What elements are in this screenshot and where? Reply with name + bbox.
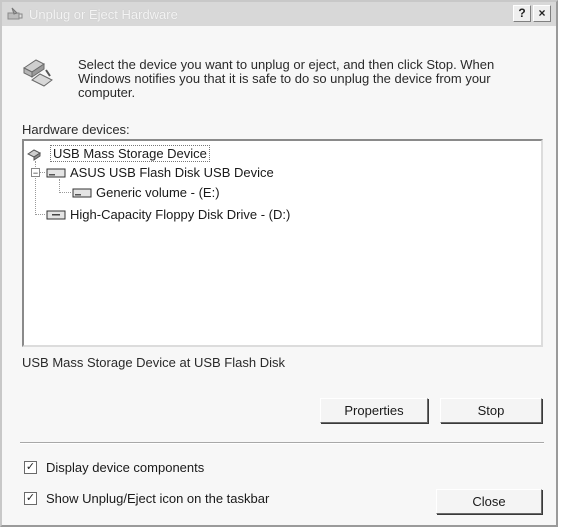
tree-item-label: ASUS USB Flash Disk USB Device <box>70 165 274 180</box>
unplug-hardware-icon <box>23 59 53 87</box>
display-components-label: Display device components <box>46 460 205 475</box>
tree-connector <box>35 214 45 215</box>
tree-connector <box>59 179 60 193</box>
display-components-option[interactable]: ✓ Display device components <box>24 460 204 475</box>
title-bar[interactable]: Unplug or Eject Hardware ? × <box>2 2 556 26</box>
checkmark-icon: ✓ <box>25 492 36 504</box>
collapse-toggle[interactable]: − <box>31 168 40 178</box>
tree-item-generic-volume[interactable]: Generic volume - (E:) <box>72 185 220 200</box>
close-button[interactable]: Close <box>436 489 542 514</box>
device-status-text: USB Mass Storage Device at USB Flash Dis… <box>22 355 285 370</box>
show-icon-label: Show Unplug/Eject icon on the taskbar <box>46 491 270 506</box>
stop-button[interactable]: Stop <box>440 398 542 423</box>
window-title: Unplug or Eject Hardware <box>29 6 178 22</box>
checkmark-icon: ✓ <box>25 461 36 473</box>
drive-icon <box>46 168 66 177</box>
hardware-devices-label: Hardware devices: <box>22 122 130 137</box>
show-icon-checkbox[interactable]: ✓ <box>24 492 37 505</box>
hardware-icon <box>7 7 23 20</box>
floppy-drive-icon <box>46 210 66 219</box>
volume-icon <box>72 188 92 197</box>
display-components-checkbox[interactable]: ✓ <box>24 461 37 474</box>
tree-item-asus-flash-disk[interactable]: ASUS USB Flash Disk USB Device <box>46 165 274 180</box>
unplug-eject-dialog: Unplug or Eject Hardware ? × Select the … <box>0 0 558 527</box>
properties-button[interactable]: Properties <box>320 398 428 423</box>
show-icon-option[interactable]: ✓ Show Unplug/Eject icon on the taskbar <box>24 491 269 506</box>
help-button[interactable]: ? <box>513 5 531 22</box>
tree-item-label: Generic volume - (E:) <box>96 185 220 200</box>
tree-item-label: High-Capacity Floppy Disk Drive - (D:) <box>70 207 291 222</box>
tree-item-floppy-drive[interactable]: High-Capacity Floppy Disk Drive - (D:) <box>46 207 290 222</box>
close-window-button[interactable]: × <box>533 5 551 22</box>
usb-device-icon <box>27 148 41 161</box>
hardware-device-tree[interactable]: − USB Mass Storage Device ASUS USB Flash… <box>22 139 543 347</box>
instruction-text: Select the device you want to unplug or … <box>78 57 495 100</box>
tree-item-label: USB Mass Storage Device <box>50 145 210 162</box>
separator <box>20 442 544 444</box>
tree-connector <box>59 192 71 193</box>
tree-item-usb-mass-storage[interactable]: USB Mass Storage Device <box>26 145 210 162</box>
